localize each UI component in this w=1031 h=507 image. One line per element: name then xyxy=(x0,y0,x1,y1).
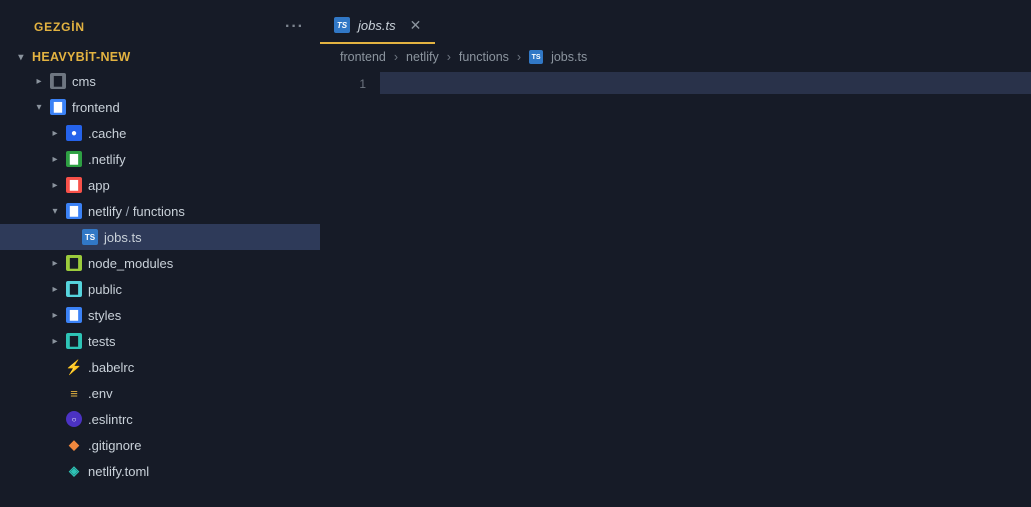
chevron-right-icon: › xyxy=(394,50,398,64)
typescript-icon: TS xyxy=(334,17,350,33)
chevron-down-icon: ▾ xyxy=(50,206,60,217)
tree-item-label: public xyxy=(88,282,122,297)
tree-item-label: jobs.ts xyxy=(104,230,142,245)
more-icon[interactable]: ··· xyxy=(285,18,304,36)
file-yellow-icon: ⚡ xyxy=(66,359,82,375)
tree-item[interactable]: ▾ ▇ netlify / functions xyxy=(0,198,320,224)
tree-item-label: frontend xyxy=(72,100,120,115)
tree-item[interactable]: ▸◈netlify.toml xyxy=(0,458,320,484)
editor: TS jobs.ts ✕ frontend › netlify › functi… xyxy=(320,0,1031,507)
tree-item[interactable]: ▸⚡.babelrc xyxy=(0,354,320,380)
folder-lime-icon: ▇ xyxy=(66,255,82,271)
folder-cyan-icon: ▇ xyxy=(66,281,82,297)
typescript-icon: TS xyxy=(529,50,543,64)
tree-item[interactable]: ▸ ▇ public xyxy=(0,276,320,302)
dot-blue-icon: ● xyxy=(66,125,82,141)
tab-jobs-ts[interactable]: TS jobs.ts ✕ xyxy=(320,8,435,44)
tree-item-label: tests xyxy=(88,334,115,349)
chevron-right-icon: › xyxy=(447,50,451,64)
folder-grey-icon: ▇ xyxy=(50,73,66,89)
file-git-icon: ◆ xyxy=(66,437,82,453)
file-tree: ▸ ▇ cms ▾ ▇ frontend ▸ ● .cache ▸ ▇ .netlify ▸ ▇ app ▾ ▇… xyxy=(0,68,320,484)
file-ts-icon: TS xyxy=(82,229,98,245)
chevron-right-icon: ▸ xyxy=(50,128,60,139)
tree-item-label: netlify.toml xyxy=(88,464,149,479)
folder-green-icon: ▇ xyxy=(66,151,82,167)
breadcrumb: frontend › netlify › functions › TS jobs… xyxy=(320,44,1031,72)
tree-item[interactable]: ▸ ▇ styles xyxy=(0,302,320,328)
tree-item[interactable]: ▸≡.env xyxy=(0,380,320,406)
chevron-right-icon: ▸ xyxy=(50,258,60,269)
tree-item[interactable]: ▸○.eslintrc xyxy=(0,406,320,432)
line-number: 1 xyxy=(320,73,366,95)
chevron-right-icon: › xyxy=(517,50,521,64)
breadcrumb-seg[interactable]: jobs.ts xyxy=(551,50,587,64)
gutter: 1 xyxy=(320,72,380,507)
tree-item-label: .cache xyxy=(88,126,126,141)
breadcrumb-seg[interactable]: functions xyxy=(459,50,509,64)
tree-item[interactable]: ▸ ▇ cms xyxy=(0,68,320,94)
code-area[interactable]: 1 xyxy=(320,72,1031,507)
chevron-down-icon: ▾ xyxy=(16,52,26,63)
tree-item[interactable]: ▸ ▇ .netlify xyxy=(0,146,320,172)
tree-item-label: cms xyxy=(72,74,96,89)
tree-item-label: .babelrc xyxy=(88,360,134,375)
chevron-right-icon: ▸ xyxy=(50,284,60,295)
folder-teal-icon: ▇ xyxy=(66,333,82,349)
sidebar-title: GEZGİN xyxy=(34,20,85,34)
tree-item[interactable]: ▸ ▇ node_modules xyxy=(0,250,320,276)
tree-item[interactable]: ▸◆.gitignore xyxy=(0,432,320,458)
chevron-right-icon: ▸ xyxy=(50,180,60,191)
chevron-right-icon: ▸ xyxy=(50,310,60,321)
active-line[interactable] xyxy=(380,72,1031,94)
sidebar-header: GEZGİN ··· xyxy=(0,10,320,46)
tree-item-label: .netlify xyxy=(88,152,126,167)
app-root: GEZGİN ··· ▾ HEAVYBİT-NEW ▸ ▇ cms ▾ ▇ fronten… xyxy=(0,0,1031,507)
folder-blue-icon: ▇ xyxy=(66,203,82,219)
tree-item-label: styles xyxy=(88,308,121,323)
tree-item[interactable]: ▸ ● .cache xyxy=(0,120,320,146)
tree-item-label: app xyxy=(88,178,110,193)
chevron-right-icon: ▸ xyxy=(50,336,60,347)
folder-red-icon: ▇ xyxy=(66,177,82,193)
tree-item-label: netlify / functions xyxy=(88,204,185,219)
tree-item[interactable]: ▸ ▇ app xyxy=(0,172,320,198)
chevron-down-icon: ▾ xyxy=(34,102,44,113)
project-name: HEAVYBİT-NEW xyxy=(32,50,131,64)
project-root[interactable]: ▾ HEAVYBİT-NEW xyxy=(0,46,320,68)
tabbar: TS jobs.ts ✕ xyxy=(320,0,1031,44)
tree-item-label: .gitignore xyxy=(88,438,141,453)
folder-blue-icon: ▇ xyxy=(66,307,82,323)
close-icon[interactable]: ✕ xyxy=(410,17,422,34)
tree-item[interactable]: ▸TSjobs.ts xyxy=(0,224,320,250)
breadcrumb-seg[interactable]: netlify xyxy=(406,50,439,64)
chevron-right-icon: ▸ xyxy=(50,154,60,165)
breadcrumb-seg[interactable]: frontend xyxy=(340,50,386,64)
file-eslint-icon: ○ xyxy=(66,411,82,427)
tree-item[interactable]: ▸ ▇ tests xyxy=(0,328,320,354)
code-body[interactable] xyxy=(380,72,1031,507)
folder-blue-icon: ▇ xyxy=(50,99,66,115)
file-netlify-icon: ◈ xyxy=(66,463,82,479)
tree-item[interactable]: ▾ ▇ frontend xyxy=(0,94,320,120)
tree-item-label: node_modules xyxy=(88,256,173,271)
tree-item-label: .env xyxy=(88,386,113,401)
file-bars-icon: ≡ xyxy=(66,385,82,401)
chevron-right-icon: ▸ xyxy=(34,76,44,87)
tab-label: jobs.ts xyxy=(358,18,396,33)
tree-item-label: .eslintrc xyxy=(88,412,133,427)
sidebar: GEZGİN ··· ▾ HEAVYBİT-NEW ▸ ▇ cms ▾ ▇ fronten… xyxy=(0,0,320,507)
